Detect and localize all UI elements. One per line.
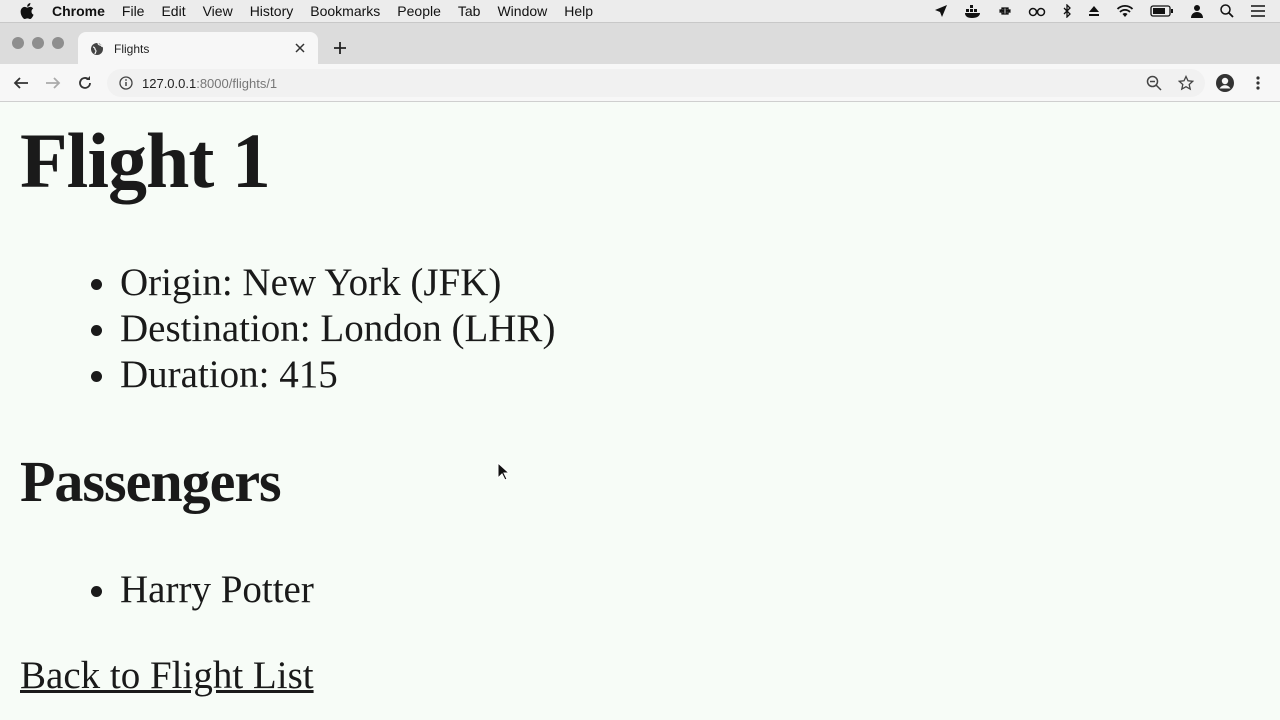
window-controls	[12, 37, 64, 49]
profile-avatar-icon[interactable]	[1215, 73, 1235, 93]
menu-chrome[interactable]: Chrome	[52, 0, 105, 22]
wifi-icon[interactable]	[1116, 4, 1134, 18]
menu-view[interactable]: View	[203, 0, 233, 22]
menu-window[interactable]: Window	[497, 0, 547, 22]
menu-bookmarks[interactable]: Bookmarks	[310, 0, 380, 22]
tab-title: Flights	[114, 41, 150, 56]
zoom-icon[interactable]	[1144, 73, 1164, 93]
notification-center-icon[interactable]	[1250, 5, 1266, 17]
spotlight-icon[interactable]	[1220, 4, 1234, 18]
address-bar[interactable]: 127.0.0.1:8000/flights/1	[107, 69, 1205, 97]
command-icon[interactable]	[998, 4, 1012, 18]
menu-tab[interactable]: Tab	[458, 0, 481, 22]
passengers-heading: Passengers	[20, 449, 282, 514]
user-icon[interactable]	[1190, 4, 1204, 18]
new-tab-button[interactable]	[330, 38, 350, 58]
close-tab-icon[interactable]	[292, 40, 308, 56]
passengers-list: Harry Potter	[0, 567, 314, 613]
close-window-button[interactable]	[12, 37, 24, 49]
minimize-window-button[interactable]	[32, 37, 44, 49]
passenger-item: Harry Potter	[120, 567, 314, 613]
url-path: :8000/flights/1	[196, 75, 278, 91]
bluetooth-icon[interactable]	[1062, 4, 1072, 18]
url-text: 127.0.0.1:8000/flights/1	[142, 76, 277, 91]
page-content: Flight 1 Origin: New York (JFK) Destinat…	[0, 102, 1280, 720]
tab-strip: Flights	[0, 22, 1280, 65]
site-info-icon[interactable]	[119, 76, 133, 90]
detail-origin: Origin: New York (JFK)	[120, 260, 555, 306]
battery-icon[interactable]	[1150, 5, 1174, 17]
flight-details-list: Origin: New York (JFK) Destination: Lond…	[0, 260, 555, 398]
mouse-cursor-icon	[497, 462, 511, 481]
detail-destination: Destination: London (LHR)	[120, 306, 555, 352]
eject-icon[interactable]	[1088, 5, 1100, 17]
back-to-flight-list-link[interactable]: Back to Flight List	[20, 653, 314, 699]
glasses-icon[interactable]	[1028, 5, 1046, 17]
status-icons	[934, 0, 1266, 22]
menu-people[interactable]: People	[397, 0, 441, 22]
page-title: Flight 1	[20, 117, 271, 204]
docker-icon[interactable]	[964, 4, 982, 18]
zoom-window-button[interactable]	[52, 37, 64, 49]
detail-duration: Duration: 415	[120, 352, 555, 398]
apple-icon[interactable]	[20, 3, 34, 19]
menu-history[interactable]: History	[250, 0, 294, 22]
browser-toolbar: 127.0.0.1:8000/flights/1	[0, 64, 1280, 102]
back-button[interactable]	[11, 73, 31, 93]
globe-icon	[90, 41, 106, 57]
bookmark-star-icon[interactable]	[1176, 73, 1196, 93]
menu-file[interactable]: File	[122, 0, 145, 22]
more-menu-icon[interactable]	[1248, 73, 1268, 93]
forward-button[interactable]	[43, 73, 63, 93]
tab-flights[interactable]: Flights	[78, 32, 318, 65]
url-host: 127.0.0.1	[142, 75, 197, 91]
menu-help[interactable]: Help	[564, 0, 593, 22]
reload-button[interactable]	[75, 73, 95, 93]
menu-edit[interactable]: Edit	[161, 0, 185, 22]
location-icon[interactable]	[934, 4, 948, 18]
menu-bar: Chrome File Edit View History Bookmarks …	[0, 0, 1280, 22]
